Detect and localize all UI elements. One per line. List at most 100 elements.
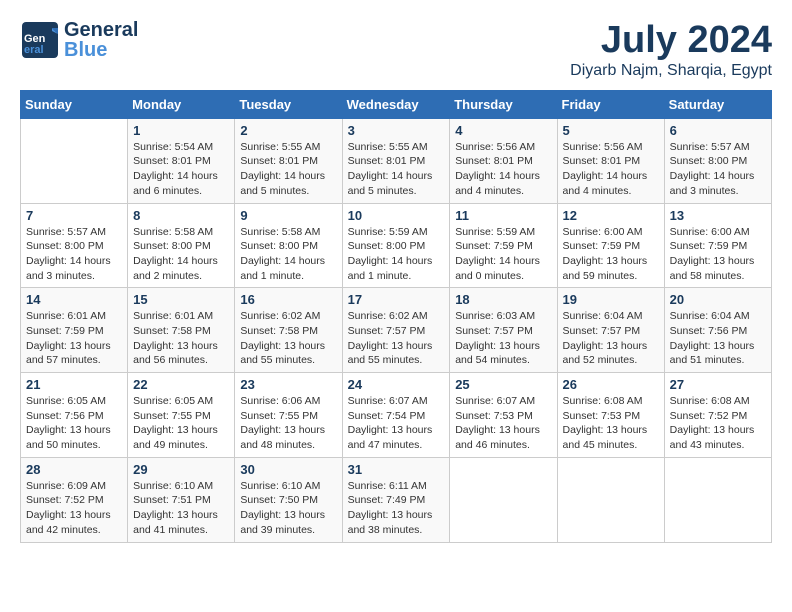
calendar-cell: 1 Sunrise: 5:54 AM Sunset: 8:01 PM Daylig… [128,118,235,203]
day-info: Sunrise: 6:09 AM Sunset: 7:52 PM Dayligh… [26,479,122,538]
day-info: Sunrise: 6:10 AM Sunset: 7:51 PM Dayligh… [133,479,229,538]
day-number: 9 [240,208,336,223]
calendar-cell: 7 Sunrise: 5:57 AM Sunset: 8:00 PM Daylig… [21,203,128,288]
day-info: Sunrise: 6:00 AM Sunset: 7:59 PM Dayligh… [563,225,659,284]
day-number: 21 [26,377,122,392]
day-info: Sunrise: 5:56 AM Sunset: 8:01 PM Dayligh… [563,140,659,199]
day-of-week-header: Saturday [664,90,771,118]
calendar-cell: 6Sunrise: 5:57 AM Sunset: 8:00 PM Daylig… [664,118,771,203]
day-info: Sunrise: 5:56 AM Sunset: 8:01 PM Dayligh… [455,140,551,199]
month-year-title: July 2024 [570,20,772,62]
day-number: 20 [670,292,766,307]
day-number: 3 [348,123,445,138]
day-info: Sunrise: 6:03 AM Sunset: 7:57 PM Dayligh… [455,309,551,368]
calendar-cell: 24 Sunrise: 6:07 AM Sunset: 7:54 PM Dayli… [342,373,450,458]
day-number: 7 [26,208,122,223]
day-number: 26 [563,377,659,392]
calendar-week-row: 1 Sunrise: 5:54 AM Sunset: 8:01 PM Daylig… [21,118,772,203]
calendar-cell: 12Sunrise: 6:00 AM Sunset: 7:59 PM Dayli… [557,203,664,288]
calendar-cell: 22 Sunrise: 6:05 AM Sunset: 7:55 PM Dayli… [128,373,235,458]
day-info: Sunrise: 5:55 AM Sunset: 8:01 PM Dayligh… [240,140,336,199]
day-info: Sunrise: 6:08 AM Sunset: 7:53 PM Dayligh… [563,394,659,453]
calendar-cell: 28Sunrise: 6:09 AM Sunset: 7:52 PM Dayli… [21,457,128,542]
calendar-header-row: SundayMondayTuesdayWednesdayThursdayFrid… [21,90,772,118]
day-info: Sunrise: 5:59 AM Sunset: 8:00 PM Dayligh… [348,225,445,284]
day-number: 5 [563,123,659,138]
day-number: 13 [670,208,766,223]
calendar-cell: 20 Sunrise: 6:04 AM Sunset: 7:56 PM Dayli… [664,288,771,373]
day-number: 4 [455,123,551,138]
title-block: July 2024 Diyarb Najm, Sharqia, Egypt [570,20,772,80]
calendar-cell [664,457,771,542]
day-of-week-header: Sunday [21,90,128,118]
day-info: Sunrise: 6:04 AM Sunset: 7:56 PM Dayligh… [670,309,766,368]
day-info: Sunrise: 6:00 AM Sunset: 7:59 PM Dayligh… [670,225,766,284]
day-number: 6 [670,123,766,138]
day-info: Sunrise: 6:05 AM Sunset: 7:56 PM Dayligh… [26,394,122,453]
calendar-cell: 8 Sunrise: 5:58 AM Sunset: 8:00 PM Daylig… [128,203,235,288]
logo-icon: Gen eral [20,20,60,60]
day-info: Sunrise: 5:54 AM Sunset: 8:01 PM Dayligh… [133,140,229,199]
day-of-week-header: Friday [557,90,664,118]
day-number: 23 [240,377,336,392]
day-info: Sunrise: 5:58 AM Sunset: 8:00 PM Dayligh… [133,225,229,284]
day-info: Sunrise: 6:11 AM Sunset: 7:49 PM Dayligh… [348,479,445,538]
day-number: 16 [240,292,336,307]
day-number: 8 [133,208,229,223]
calendar-cell: 2Sunrise: 5:55 AM Sunset: 8:01 PM Daylig… [235,118,342,203]
calendar-cell: 15 Sunrise: 6:01 AM Sunset: 7:58 PM Dayli… [128,288,235,373]
day-info: Sunrise: 6:05 AM Sunset: 7:55 PM Dayligh… [133,394,229,453]
calendar-cell: 18Sunrise: 6:03 AM Sunset: 7:57 PM Dayli… [450,288,557,373]
calendar-cell: 16 Sunrise: 6:02 AM Sunset: 7:58 PM Dayli… [235,288,342,373]
calendar-cell: 3Sunrise: 5:55 AM Sunset: 8:01 PM Daylig… [342,118,450,203]
day-info: Sunrise: 5:58 AM Sunset: 8:00 PM Dayligh… [240,225,336,284]
day-info: Sunrise: 6:07 AM Sunset: 7:54 PM Dayligh… [348,394,445,453]
calendar-cell [450,457,557,542]
logo-blue: Blue [64,40,138,60]
day-number: 25 [455,377,551,392]
calendar-cell: 21 Sunrise: 6:05 AM Sunset: 7:56 PM Dayli… [21,373,128,458]
calendar-cell: 5 Sunrise: 5:56 AM Sunset: 8:01 PM Daylig… [557,118,664,203]
day-info: Sunrise: 5:59 AM Sunset: 7:59 PM Dayligh… [455,225,551,284]
day-number: 14 [26,292,122,307]
day-number: 15 [133,292,229,307]
calendar-cell: 11Sunrise: 5:59 AM Sunset: 7:59 PM Dayli… [450,203,557,288]
day-info: Sunrise: 6:02 AM Sunset: 7:58 PM Dayligh… [240,309,336,368]
calendar-week-row: 7 Sunrise: 5:57 AM Sunset: 8:00 PM Daylig… [21,203,772,288]
calendar-cell: 19Sunrise: 6:04 AM Sunset: 7:57 PM Dayli… [557,288,664,373]
day-number: 19 [563,292,659,307]
day-number: 29 [133,462,229,477]
day-info: Sunrise: 5:57 AM Sunset: 8:00 PM Dayligh… [26,225,122,284]
day-info: Sunrise: 6:01 AM Sunset: 7:59 PM Dayligh… [26,309,122,368]
calendar-week-row: 14 Sunrise: 6:01 AM Sunset: 7:59 PM Dayli… [21,288,772,373]
logo: Gen eral General Blue [20,20,138,60]
day-number: 17 [348,292,445,307]
day-info: Sunrise: 6:02 AM Sunset: 7:57 PM Dayligh… [348,309,445,368]
day-number: 10 [348,208,445,223]
header: Gen eral General Blue July 2024 Diyarb N… [20,20,772,80]
calendar-cell: 31Sunrise: 6:11 AM Sunset: 7:49 PM Dayli… [342,457,450,542]
day-of-week-header: Thursday [450,90,557,118]
day-number: 30 [240,462,336,477]
svg-text:eral: eral [24,44,44,56]
calendar-cell: 29 Sunrise: 6:10 AM Sunset: 7:51 PM Dayli… [128,457,235,542]
day-info: Sunrise: 6:08 AM Sunset: 7:52 PM Dayligh… [670,394,766,453]
calendar-cell: 30 Sunrise: 6:10 AM Sunset: 7:50 PM Dayli… [235,457,342,542]
calendar-cell: 14 Sunrise: 6:01 AM Sunset: 7:59 PM Dayli… [21,288,128,373]
day-number: 24 [348,377,445,392]
calendar-cell [21,118,128,203]
day-number: 22 [133,377,229,392]
day-of-week-header: Monday [128,90,235,118]
day-number: 1 [133,123,229,138]
calendar-week-row: 28Sunrise: 6:09 AM Sunset: 7:52 PM Dayli… [21,457,772,542]
day-info: Sunrise: 6:06 AM Sunset: 7:55 PM Dayligh… [240,394,336,453]
calendar-cell: 26 Sunrise: 6:08 AM Sunset: 7:53 PM Dayli… [557,373,664,458]
calendar-cell: 4 Sunrise: 5:56 AM Sunset: 8:01 PM Daylig… [450,118,557,203]
calendar-cell: 13 Sunrise: 6:00 AM Sunset: 7:59 PM Dayli… [664,203,771,288]
calendar-table: SundayMondayTuesdayWednesdayThursdayFrid… [20,90,772,543]
day-of-week-header: Tuesday [235,90,342,118]
day-info: Sunrise: 6:10 AM Sunset: 7:50 PM Dayligh… [240,479,336,538]
calendar-cell: 17 Sunrise: 6:02 AM Sunset: 7:57 PM Dayli… [342,288,450,373]
calendar-cell: 9 Sunrise: 5:58 AM Sunset: 8:00 PM Daylig… [235,203,342,288]
day-info: Sunrise: 6:01 AM Sunset: 7:58 PM Dayligh… [133,309,229,368]
